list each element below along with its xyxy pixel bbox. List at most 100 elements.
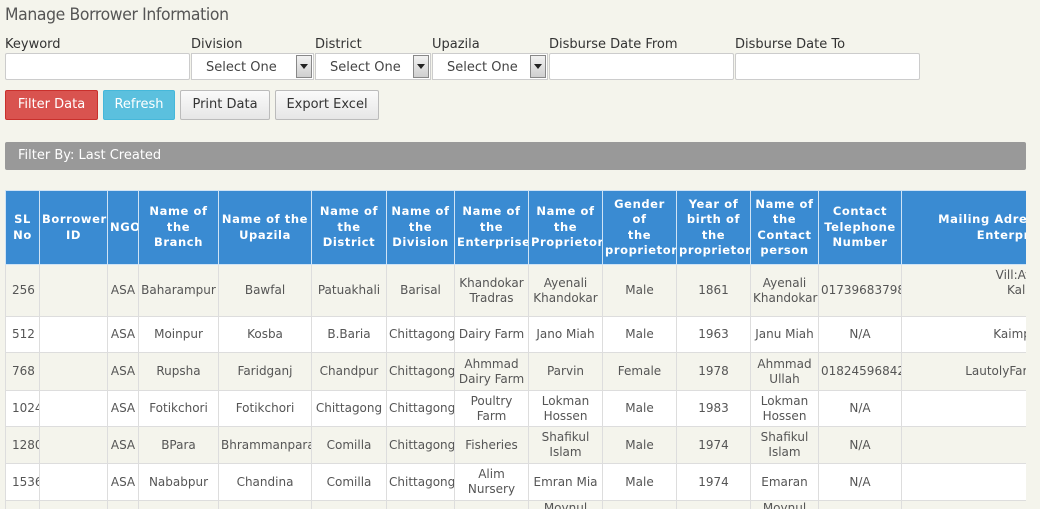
table-cell: Poultry Farm bbox=[454, 390, 529, 427]
table-cell: Male bbox=[602, 463, 677, 501]
table-header-row: SL No Borrower ID NGO Name of the Branch Nam… bbox=[5, 190, 1026, 265]
table-cell bbox=[311, 500, 387, 509]
table-cell bbox=[901, 500, 1026, 509]
chevron-down-icon[interactable] bbox=[530, 55, 546, 78]
column-header[interactable]: Name of the Division bbox=[386, 190, 455, 265]
column-header[interactable]: NGO bbox=[107, 190, 139, 265]
table-cell: Nababpur bbox=[138, 463, 219, 501]
table-cell: Chittagong bbox=[386, 463, 455, 501]
table-cell: Emran Mia bbox=[528, 463, 603, 501]
column-header[interactable]: Name of the Branch bbox=[138, 190, 219, 265]
table-cell: Chittagong bbox=[386, 390, 455, 427]
column-header[interactable]: Borrower ID bbox=[39, 190, 108, 265]
upazila-select[interactable]: Select One bbox=[432, 53, 548, 80]
table-cell bbox=[386, 500, 455, 509]
table-row[interactable]: 512 ASA Moinpur Kosba B.Baria Chittagong Dairy… bbox=[5, 316, 1026, 353]
table-cell: Ahmmad Ullah bbox=[750, 352, 819, 391]
table-row[interactable]: 256 ASA Baharampur Bawfal Patuakhali Barisal K… bbox=[5, 264, 1026, 317]
table-cell: Male bbox=[602, 390, 677, 427]
table-cell: Lokman Hossen bbox=[750, 390, 819, 427]
chevron-down-icon[interactable] bbox=[296, 55, 312, 78]
date-to-input[interactable] bbox=[735, 53, 920, 80]
column-header-label: Year of birth of the proprietor bbox=[679, 196, 751, 258]
table-cell: N/A bbox=[818, 390, 902, 427]
column-header-label: Contact Telephone Number bbox=[824, 204, 896, 250]
table-cell bbox=[818, 500, 902, 509]
table-cell: Chandina bbox=[218, 463, 312, 501]
table-cell: 1280 bbox=[5, 426, 40, 464]
table-cell: Janu Miah bbox=[750, 316, 819, 353]
table-cell: N/A bbox=[818, 463, 902, 501]
column-header-label: Name of the District bbox=[319, 204, 379, 250]
district-label: District bbox=[315, 37, 362, 52]
table-cell: Fotikchori bbox=[218, 390, 312, 427]
column-header[interactable]: Name of the District bbox=[311, 190, 387, 265]
table-cell: Bawfal bbox=[218, 264, 312, 317]
table-cell: BPara bbox=[138, 426, 219, 464]
table-cell: Vill:Ayenabas Kalaiya Kalaiya.U.Z. Bawfa… bbox=[901, 264, 1026, 317]
table-row[interactable]: 1536 ASA Nababpur Chandina Comilla Chittagong… bbox=[5, 463, 1026, 501]
district-select[interactable]: Select One bbox=[315, 53, 431, 80]
table-row[interactable]: 1280 ASA BPara Bhrammanpara Comilla Chittagon… bbox=[5, 426, 1026, 464]
table-cell: Comilla bbox=[311, 463, 387, 501]
table-cell bbox=[39, 500, 108, 509]
table-row[interactable]: Moynul Moynul bbox=[5, 500, 1026, 509]
table-cell: Chittagong bbox=[311, 390, 387, 427]
table-cell: Emaran bbox=[750, 463, 819, 501]
table-cell bbox=[39, 264, 108, 317]
column-header[interactable]: Name of the Contact person bbox=[750, 190, 819, 265]
table-cell: Bejura BPara bbox=[901, 426, 1026, 464]
keyword-input[interactable] bbox=[5, 53, 190, 80]
refresh-button[interactable]: Refresh bbox=[103, 90, 175, 120]
column-header-label: Gender of the proprietor bbox=[605, 196, 677, 258]
table-cell: Patuakhali bbox=[311, 264, 387, 317]
table-cell: Ayenali Khandokar bbox=[528, 264, 603, 317]
division-label: Division bbox=[191, 37, 243, 52]
table-cell: Bhrammanpara bbox=[218, 426, 312, 464]
column-header[interactable]: Year of birth of the proprietor bbox=[676, 190, 751, 265]
table-cell: Moynul bbox=[750, 500, 819, 509]
table-cell: Rupsha bbox=[138, 352, 219, 391]
division-select-value: Select One bbox=[206, 60, 277, 75]
table-cell bbox=[218, 500, 312, 509]
column-header[interactable]: Name of the Enterprise bbox=[454, 190, 529, 265]
table-cell: Fotikchori bbox=[138, 390, 219, 427]
table-cell bbox=[39, 390, 108, 427]
table-cell: Moynul bbox=[528, 500, 603, 509]
column-header-label: Name of the Contact person bbox=[755, 196, 814, 258]
column-header[interactable]: Name of the Upazila bbox=[218, 190, 312, 265]
table-cell: Parvin bbox=[528, 352, 603, 391]
column-header[interactable]: Mailing Adress of the Enterprise bbox=[901, 190, 1026, 265]
export-excel-button[interactable]: Export Excel bbox=[275, 90, 379, 120]
column-header-label: SL No bbox=[13, 212, 32, 242]
table-cell: Dairy Farm bbox=[454, 316, 529, 353]
table-cell: Barisal bbox=[386, 264, 455, 317]
date-from-input[interactable] bbox=[549, 53, 734, 80]
table-cell bbox=[676, 500, 751, 509]
borrower-table-container[interactable]: SL No Borrower ID NGO Name of the Branch Nam… bbox=[5, 190, 1026, 509]
table-cell bbox=[602, 500, 677, 509]
column-header[interactable]: Name of the Proprietor bbox=[528, 190, 603, 265]
table-cell: 1861 bbox=[676, 264, 751, 317]
table-cell: Comilla bbox=[311, 426, 387, 464]
table-cell: Baharampur bbox=[138, 264, 219, 317]
table-cell: 768 bbox=[5, 352, 40, 391]
column-header[interactable]: Contact Telephone Number bbox=[818, 190, 902, 265]
division-select[interactable]: Select One bbox=[191, 53, 314, 80]
table-cell: Alim Nursery bbox=[454, 463, 529, 501]
table-cell: 1536 bbox=[5, 463, 40, 501]
table-cell: Moinpur bbox=[138, 316, 219, 353]
column-header[interactable]: Gender of the proprietor bbox=[602, 190, 677, 265]
table-cell bbox=[454, 500, 529, 509]
filter-data-button[interactable]: Filter Data bbox=[5, 90, 98, 120]
column-header-label: NGO bbox=[110, 219, 139, 234]
table-row[interactable]: 1024 ASA Fotikchori Fotikchori Chittagong Chi… bbox=[5, 390, 1026, 427]
print-data-button[interactable]: Print Data bbox=[180, 90, 270, 120]
table-row[interactable]: 768 ASA Rupsha Faridganj Chandpur Chittagong A… bbox=[5, 352, 1026, 391]
chevron-down-icon[interactable] bbox=[413, 55, 429, 78]
column-header-label: Name of the Proprietor bbox=[531, 204, 603, 250]
column-header[interactable]: SL No bbox=[5, 190, 40, 265]
table-cell: 1963 bbox=[676, 316, 751, 353]
table-cell: ASA bbox=[107, 316, 139, 353]
date-to-label: Disburse Date To bbox=[735, 37, 846, 52]
